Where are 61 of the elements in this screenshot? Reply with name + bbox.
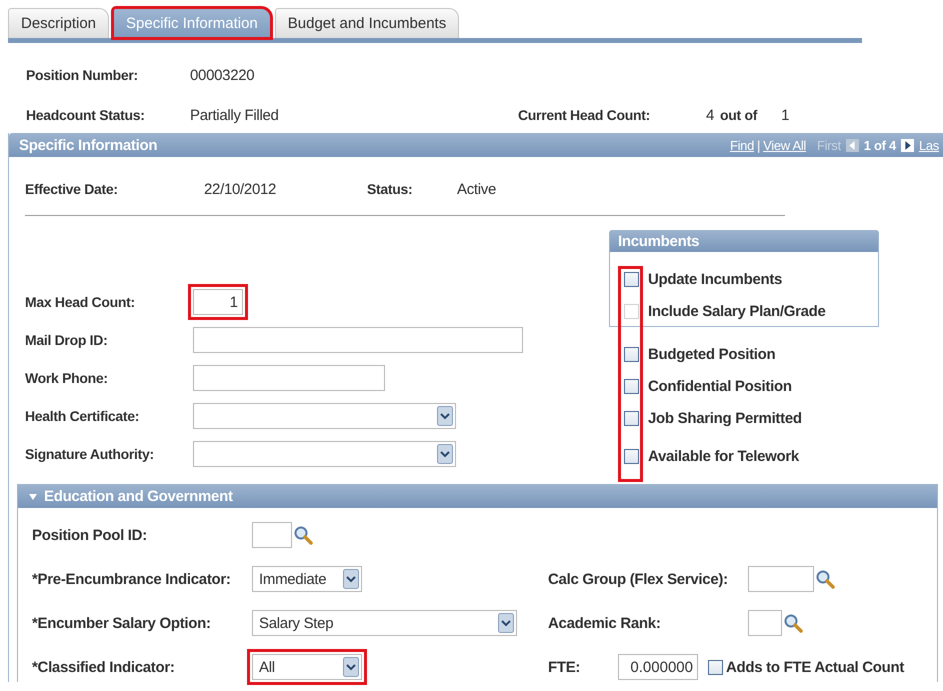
text-field[interactable]: 0.000000 [618, 654, 698, 680]
field-label: *Pre-Encumbrance Indicator: [32, 570, 232, 588]
checkbox-label: Job Sharing Permitted [648, 410, 802, 426]
text-field[interactable] [193, 365, 385, 391]
field-label: Effective Date: [25, 181, 119, 197]
checkbox-label: Budgeted Position [648, 346, 776, 362]
checkbox[interactable] [624, 448, 639, 464]
checkbox-label: Adds to FTE Actual Count [726, 658, 904, 676]
field-label: Position Pool ID: [32, 526, 148, 544]
search-icon[interactable] [293, 525, 313, 545]
field-value: 1 [781, 107, 790, 124]
field-value: Partially Filled [190, 107, 280, 124]
dropdown[interactable]: All [252, 654, 362, 680]
field-label: Position Number: [26, 67, 139, 83]
checkbox[interactable] [708, 660, 723, 674]
text-field[interactable] [252, 522, 292, 548]
checkbox-label: Confidential Position [648, 378, 792, 394]
collapse-icon[interactable] [28, 492, 38, 502]
text-field[interactable] [748, 610, 782, 636]
checkbox-label: Include Salary Plan/Grade [648, 302, 826, 320]
text-field[interactable] [748, 566, 814, 592]
field-label: Work Phone: [25, 370, 109, 386]
checkbox-label: Available for Telework [648, 448, 799, 464]
search-icon[interactable] [815, 569, 835, 589]
group-header: Incumbents [610, 231, 878, 252]
dropdown[interactable]: Immediate [252, 566, 362, 592]
checkbox[interactable] [624, 346, 639, 362]
link-separator: | [757, 138, 760, 152]
first-label: First [817, 138, 841, 152]
previous-icon[interactable] [846, 138, 859, 152]
checkbox[interactable] [624, 410, 639, 426]
field-label: Status: [367, 181, 414, 197]
checkbox-label: Update Incumbents [648, 270, 782, 288]
field-label: Current Head Count: [518, 107, 651, 123]
section-title: Education and Government [44, 488, 233, 505]
page-range: 1 of 4 [864, 138, 896, 152]
field-label: Max Head Count: [25, 294, 136, 310]
field-label: out of [720, 107, 758, 123]
field-label: Headcount Status: [26, 107, 146, 123]
tab[interactable]: Description [8, 8, 110, 38]
field-label: *Encumber Salary Option: [32, 614, 212, 632]
field-value: 22/10/2012 [204, 181, 278, 198]
field-label: Health Certificate: [25, 408, 140, 424]
search-icon[interactable] [783, 613, 803, 633]
field-label: FTE: [548, 658, 582, 676]
field-label: Mail Drop ID: [25, 332, 108, 348]
checkbox[interactable] [624, 272, 639, 286]
field-value: 4 [706, 107, 714, 124]
field-value: 00003220 [190, 67, 254, 84]
field-label: *Classified Indicator: [32, 658, 176, 676]
field-label: Signature Authority: [25, 446, 155, 462]
next-icon[interactable] [900, 138, 914, 152]
text-field[interactable]: 1 [193, 289, 243, 315]
dropdown[interactable]: Salary Step [252, 610, 517, 636]
section-title: Specific Information [19, 136, 158, 154]
field-label: Calc Group (Flex Service): [548, 570, 729, 588]
tab[interactable]: Budget and Incumbents [274, 8, 460, 38]
field-value: Active [457, 181, 496, 198]
checkbox[interactable] [624, 378, 639, 394]
text-field[interactable] [193, 327, 523, 353]
field-label: Academic Rank: [548, 614, 662, 632]
